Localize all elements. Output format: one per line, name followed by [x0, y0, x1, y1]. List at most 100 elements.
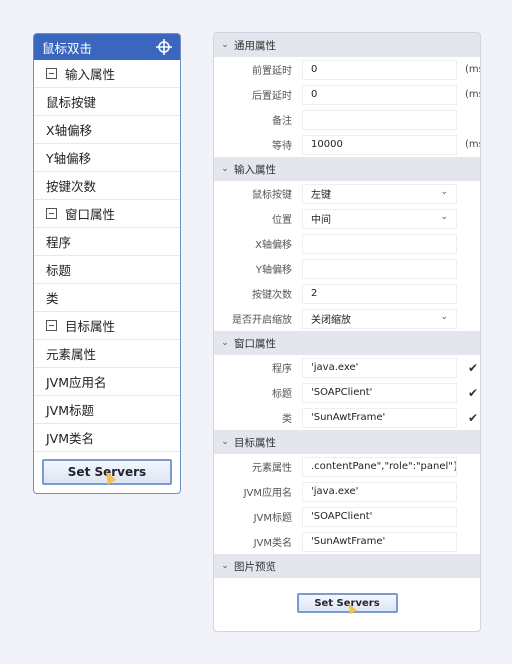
- chevron-down-icon[interactable]: ⌄: [440, 187, 448, 197]
- property-input[interactable]: 'SOAPClient': [302, 382, 457, 403]
- property-item-label: 类: [46, 291, 59, 306]
- collapse-icon[interactable]: [46, 68, 57, 79]
- property-item[interactable]: 元素属性: [34, 340, 180, 368]
- property-row: 按键次数 2: [214, 281, 480, 306]
- check-icon[interactable]: ✔: [468, 386, 478, 400]
- collapse-icon[interactable]: [46, 320, 57, 331]
- section-header[interactable]: ⌄ 图片预览: [214, 554, 480, 578]
- property-label: JVM标题: [253, 513, 292, 524]
- chevron-down-icon: ⌄: [221, 40, 229, 50]
- property-value: 'SunAwtFrame': [311, 536, 386, 547]
- property-input[interactable]: [302, 258, 457, 279]
- property-input[interactable]: 2: [302, 283, 457, 304]
- property-input[interactable]: 'SOAPClient': [302, 506, 457, 527]
- property-item[interactable]: JVM类名: [34, 424, 180, 452]
- property-row: 后置延时 0 (ms: [214, 82, 480, 107]
- property-item-label: 目标属性: [65, 319, 116, 334]
- property-label: X轴偏移: [255, 240, 292, 251]
- section-header[interactable]: ⌄ 窗口属性: [214, 331, 480, 355]
- section-header[interactable]: ⌄ 通用属性: [214, 33, 480, 57]
- set-servers-button-2[interactable]: Set Servers: [296, 593, 398, 615]
- property-row: JVM类名 'SunAwtFrame': [214, 529, 480, 554]
- property-label: 鼠标按键: [252, 190, 292, 201]
- property-label: 位置: [272, 215, 292, 226]
- property-value: 0: [311, 64, 318, 75]
- property-value: 左键: [311, 190, 331, 201]
- property-item-label: 标题: [46, 263, 72, 278]
- section-title: 目标属性: [234, 436, 276, 449]
- property-item-label: 元素属性: [46, 347, 97, 362]
- check-icon[interactable]: ✔: [468, 411, 478, 425]
- property-item-label: 窗口属性: [65, 207, 116, 222]
- property-item[interactable]: 程序: [34, 228, 180, 256]
- property-item[interactable]: 标题: [34, 256, 180, 284]
- property-input[interactable]: 'SunAwtFrame': [302, 531, 457, 552]
- property-input[interactable]: 0: [302, 59, 457, 80]
- property-input[interactable]: 'java.exe': [302, 481, 457, 502]
- property-input[interactable]: [302, 233, 457, 254]
- property-label: JVM应用名: [243, 488, 292, 499]
- property-label: 前置延时: [252, 66, 292, 77]
- property-item[interactable]: 鼠标按键: [34, 88, 180, 116]
- property-input[interactable]: 'java.exe': [302, 357, 457, 378]
- property-list: 输入属性 鼠标按键 X轴偏移 Y轴偏移 按键次数窗口属性程序标题类目标属性元素属性 JVM…: [34, 60, 180, 452]
- property-select[interactable]: 中间 ⌄: [302, 208, 457, 229]
- property-item-label: JVM标题: [46, 403, 95, 418]
- section-header[interactable]: ⌄ 目标属性: [214, 430, 480, 454]
- chevron-down-icon: ⌄: [221, 561, 229, 571]
- property-item[interactable]: Y轴偏移: [34, 144, 180, 172]
- button-area: Set Servers: [34, 452, 180, 492]
- property-input[interactable]: 'SunAwtFrame': [302, 407, 457, 428]
- property-input[interactable]: 10000: [302, 134, 457, 155]
- action-card-header[interactable]: 鼠标双击: [34, 34, 180, 60]
- group-header[interactable]: 目标属性: [34, 312, 180, 340]
- property-label: 类: [282, 414, 292, 425]
- chevron-down-icon: ⌄: [221, 338, 229, 348]
- property-row: 位置 中间 ⌄: [214, 206, 480, 231]
- property-row: JVM标题 'SOAPClient': [214, 504, 480, 529]
- group-header[interactable]: 窗口属性: [34, 200, 180, 228]
- section-header[interactable]: ⌄ 输入属性: [214, 157, 480, 181]
- property-row: Y轴偏移: [214, 256, 480, 281]
- property-item-label: JVM应用名: [46, 375, 107, 390]
- property-label: JVM类名: [253, 538, 292, 549]
- property-row: X轴偏移: [214, 231, 480, 256]
- crosshair-icon[interactable]: [156, 39, 172, 55]
- property-item[interactable]: X轴偏移: [34, 116, 180, 144]
- property-row: 是否开启缩放 关闭缩放 ⌄: [214, 306, 480, 331]
- unit-label: (ms: [465, 89, 480, 100]
- property-item[interactable]: JVM标题: [34, 396, 180, 424]
- property-input[interactable]: .contentPane","role":"panel"}]: [302, 456, 457, 477]
- property-select[interactable]: 关闭缩放 ⌄: [302, 308, 457, 329]
- chevron-down-icon[interactable]: ⌄: [440, 312, 448, 322]
- property-input[interactable]: 0: [302, 84, 457, 105]
- property-value: 10000: [311, 139, 343, 150]
- property-item[interactable]: 按键次数: [34, 172, 180, 200]
- action-card: 鼠标双击 输入属性 鼠标按键 X轴偏移 Y轴偏移 按键次数窗口属性程序标题类目标属性元素…: [33, 33, 181, 494]
- chevron-down-icon[interactable]: ⌄: [440, 212, 448, 222]
- property-value: 'SOAPClient': [311, 387, 373, 398]
- property-value: 中间: [311, 215, 331, 226]
- property-select[interactable]: 左键 ⌄: [302, 183, 457, 204]
- property-value: 关闭缩放: [311, 315, 351, 326]
- panel-button-area: Set Servers: [214, 578, 480, 628]
- set-servers-button[interactable]: Set Servers: [42, 459, 172, 485]
- property-item[interactable]: 类: [34, 284, 180, 312]
- property-value: 2: [311, 288, 318, 299]
- property-label: 是否开启缩放: [232, 315, 292, 326]
- group-header[interactable]: 输入属性: [34, 60, 180, 88]
- section-title: 输入属性: [234, 163, 276, 176]
- section-title: 窗口属性: [234, 337, 276, 350]
- property-item-label: 程序: [46, 235, 72, 250]
- check-icon[interactable]: ✔: [468, 361, 478, 375]
- property-input[interactable]: [302, 109, 457, 130]
- property-value: 'SOAPClient': [311, 511, 373, 522]
- property-label: 等待: [272, 141, 292, 152]
- unit-label: (ms: [465, 64, 480, 75]
- property-label: 标题: [272, 389, 292, 400]
- property-item-label: X轴偏移: [46, 123, 93, 138]
- property-item[interactable]: JVM应用名: [34, 368, 180, 396]
- collapse-icon[interactable]: [46, 208, 57, 219]
- property-row: 标题 'SOAPClient' ✔: [214, 380, 480, 405]
- chevron-down-icon: ⌄: [221, 437, 229, 447]
